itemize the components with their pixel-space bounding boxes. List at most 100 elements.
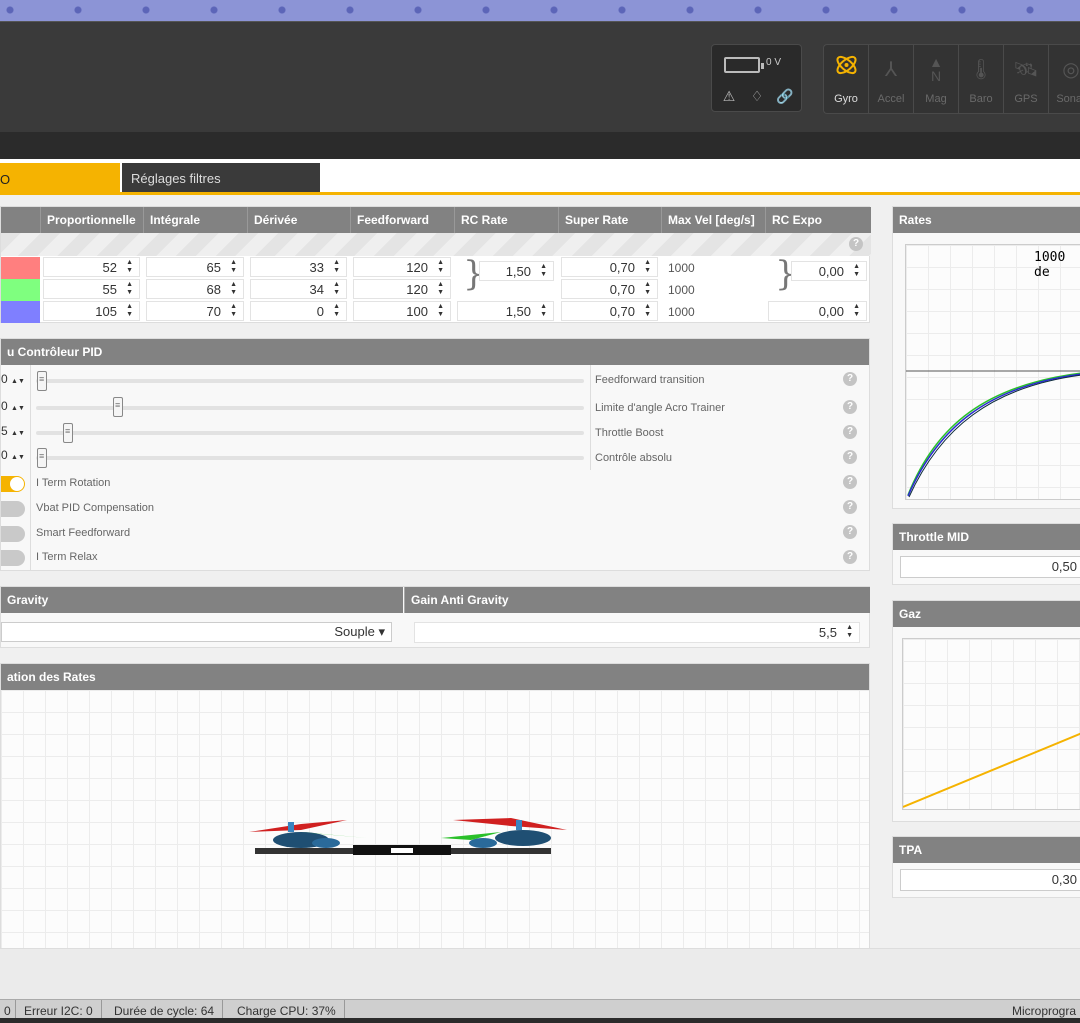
panel-title: Gaz bbox=[893, 601, 1080, 627]
help-icon[interactable]: ? bbox=[843, 400, 857, 414]
roll-d-input[interactable]: 33 bbox=[250, 257, 347, 277]
anti-gravity-panel: Gravity Gain Anti Gravity Souple ▾ 5,5 bbox=[0, 586, 870, 648]
iterm-relax-label: I Term Relax bbox=[36, 551, 98, 563]
iterm-rotation-toggle[interactable] bbox=[1, 476, 25, 492]
col-super-rate: Super Rate bbox=[558, 207, 661, 233]
anti-gravity-mode-select[interactable]: Souple ▾ bbox=[1, 622, 392, 642]
app-header: 0 V ⚠ ♢ 🔗 Gyro ⅄ Accel ▲N Mag 🌡 Baro 🛰 bbox=[0, 21, 1080, 132]
window-top-strip bbox=[0, 0, 1080, 21]
pid-table-header: Proportionnelle Intégrale Dérivée Feedfo… bbox=[1, 207, 871, 233]
roll-max-vel: 1000 bbox=[668, 261, 695, 275]
window-bottom-strip bbox=[0, 1018, 1080, 1023]
roll-p-input[interactable]: 52 bbox=[43, 257, 140, 277]
smart-ff-label: Smart Feedforward bbox=[36, 527, 131, 539]
battery-voltage: 0 V bbox=[766, 57, 782, 68]
throttle-curve-panel: Gaz bbox=[892, 600, 1080, 822]
tab-pid-settings[interactable]: O bbox=[0, 163, 120, 192]
ff-transition-input[interactable]: 0 ▲▼ bbox=[1, 372, 25, 390]
yaw-super-rate-input[interactable]: 0,70 bbox=[561, 301, 658, 321]
roll-i-input[interactable]: 65 bbox=[146, 257, 244, 277]
rates-graph-panel: Rates 1000 de bbox=[892, 206, 1080, 509]
absolute-control-label: Contrôle absolu bbox=[595, 452, 673, 464]
absolute-control-input[interactable]: 0 ▲▼ bbox=[1, 448, 25, 466]
acro-trainer-handle[interactable] bbox=[113, 397, 123, 417]
content-footer bbox=[0, 948, 1080, 999]
tab-filter-settings[interactable]: Réglages filtres bbox=[122, 163, 320, 192]
ff-transition-handle[interactable] bbox=[37, 371, 47, 391]
iterm-rotation-label: I Term Rotation bbox=[36, 477, 111, 489]
tpa-input[interactable]: 0,30 bbox=[900, 869, 1080, 891]
smart-ff-toggle[interactable] bbox=[1, 526, 25, 542]
help-icon[interactable]: ? bbox=[849, 237, 863, 251]
yaw-rc-expo-input[interactable]: 0,00 bbox=[768, 301, 867, 321]
throttle-boost-slider[interactable] bbox=[36, 431, 584, 435]
pitch-d-input[interactable]: 34 bbox=[250, 279, 347, 299]
panel-title: u Contrôleur PID bbox=[1, 339, 869, 365]
rates-preview-canvas bbox=[1, 690, 869, 948]
throttle-boost-input[interactable]: 5 ▲▼ bbox=[1, 424, 25, 442]
rates-preview-panel: ation des Rates bbox=[0, 663, 870, 949]
col-derivative: Dérivée bbox=[247, 207, 350, 233]
throttle-boost-handle[interactable] bbox=[63, 423, 73, 443]
yaw-rc-rate-input[interactable]: 1,50 bbox=[457, 301, 554, 321]
rates-curve-canvas: 1000 de bbox=[905, 244, 1080, 500]
sensor-label: GPS bbox=[1014, 93, 1038, 105]
gyro-icon bbox=[836, 55, 857, 75]
baro-icon: 🌡 bbox=[968, 59, 994, 81]
sensor-label: Sonar bbox=[1056, 93, 1080, 105]
sensor-label: Mag bbox=[925, 93, 947, 105]
iterm-relax-toggle[interactable] bbox=[1, 550, 25, 566]
row-roll-color bbox=[1, 257, 40, 279]
roll-pitch-rc-rate-input[interactable]: 1,50 bbox=[479, 261, 554, 281]
yaw-ff-input[interactable]: 100 bbox=[353, 301, 451, 321]
col-proportional: Proportionnelle bbox=[40, 207, 143, 233]
sensor-gps: 🛰 GPS bbox=[1004, 45, 1049, 113]
roll-super-rate-input[interactable]: 0,70 bbox=[561, 257, 658, 277]
col-integral: Intégrale bbox=[143, 207, 247, 233]
help-icon[interactable]: ? bbox=[843, 450, 857, 464]
anti-gravity-gain-input[interactable]: 5,5 bbox=[414, 622, 860, 643]
help-icon[interactable]: ? bbox=[843, 372, 857, 386]
sensor-status-bar: Gyro ⅄ Accel ▲N Mag 🌡 Baro 🛰 GPS ◎ Sonar bbox=[823, 44, 1080, 114]
absolute-control-handle[interactable] bbox=[37, 448, 47, 468]
absolute-control-slider[interactable] bbox=[36, 456, 584, 460]
quadcopter-model bbox=[249, 818, 567, 855]
battery-icon bbox=[724, 57, 764, 73]
acro-trainer-input[interactable]: 0 ▲▼ bbox=[1, 399, 25, 417]
pitch-super-rate-input[interactable]: 0,70 bbox=[561, 279, 658, 299]
help-icon[interactable]: ? bbox=[843, 475, 857, 489]
sensor-gyro: Gyro bbox=[824, 45, 869, 113]
gps-icon: 🛰 bbox=[1013, 59, 1039, 81]
help-icon[interactable]: ? bbox=[843, 500, 857, 514]
yaw-p-input[interactable]: 105 bbox=[43, 301, 140, 321]
pid-group-stripe: ? bbox=[1, 233, 871, 256]
throttle-mid-input[interactable]: 0,50 bbox=[900, 556, 1080, 578]
link-icon: 🔗 bbox=[776, 88, 794, 104]
pid-table: Proportionnelle Intégrale Dérivée Feedfo… bbox=[0, 206, 871, 323]
accel-icon: ⅄ bbox=[884, 59, 898, 81]
sensor-label: Accel bbox=[877, 93, 905, 105]
anti-gravity-gain-title: Gain Anti Gravity bbox=[404, 587, 870, 613]
acro-trainer-label: Limite d'angle Acro Trainer bbox=[595, 402, 725, 414]
help-icon[interactable]: ? bbox=[843, 550, 857, 564]
sensor-sonar: ◎ Sonar bbox=[1049, 45, 1080, 113]
roll-pitch-rc-expo-input[interactable]: 0,00 bbox=[791, 261, 867, 281]
help-icon[interactable]: ? bbox=[843, 425, 857, 439]
roll-ff-input[interactable]: 120 bbox=[353, 257, 451, 277]
yaw-i-input[interactable]: 70 bbox=[146, 301, 244, 321]
help-icon[interactable]: ? bbox=[843, 525, 857, 539]
ff-transition-slider[interactable] bbox=[36, 379, 584, 383]
pitch-p-input[interactable]: 55 bbox=[43, 279, 140, 299]
pitch-i-input[interactable]: 68 bbox=[146, 279, 244, 299]
col-feedforward: Feedforward bbox=[350, 207, 454, 233]
mag-icon: ▲ N bbox=[929, 54, 943, 84]
pitch-ff-input[interactable]: 120 bbox=[353, 279, 451, 299]
row-yaw-color bbox=[1, 301, 40, 323]
panel-title: Throttle MID bbox=[893, 524, 1080, 550]
row-pitch-color bbox=[1, 279, 40, 301]
vbat-pid-comp-toggle[interactable] bbox=[1, 501, 25, 517]
yaw-d-input[interactable]: 0 bbox=[250, 301, 347, 321]
failsafe-parachute-icon: ♢ bbox=[750, 88, 764, 104]
tpa-panel: TPA 0,30 bbox=[892, 836, 1080, 898]
warning-icon: ⚠ bbox=[722, 88, 736, 104]
